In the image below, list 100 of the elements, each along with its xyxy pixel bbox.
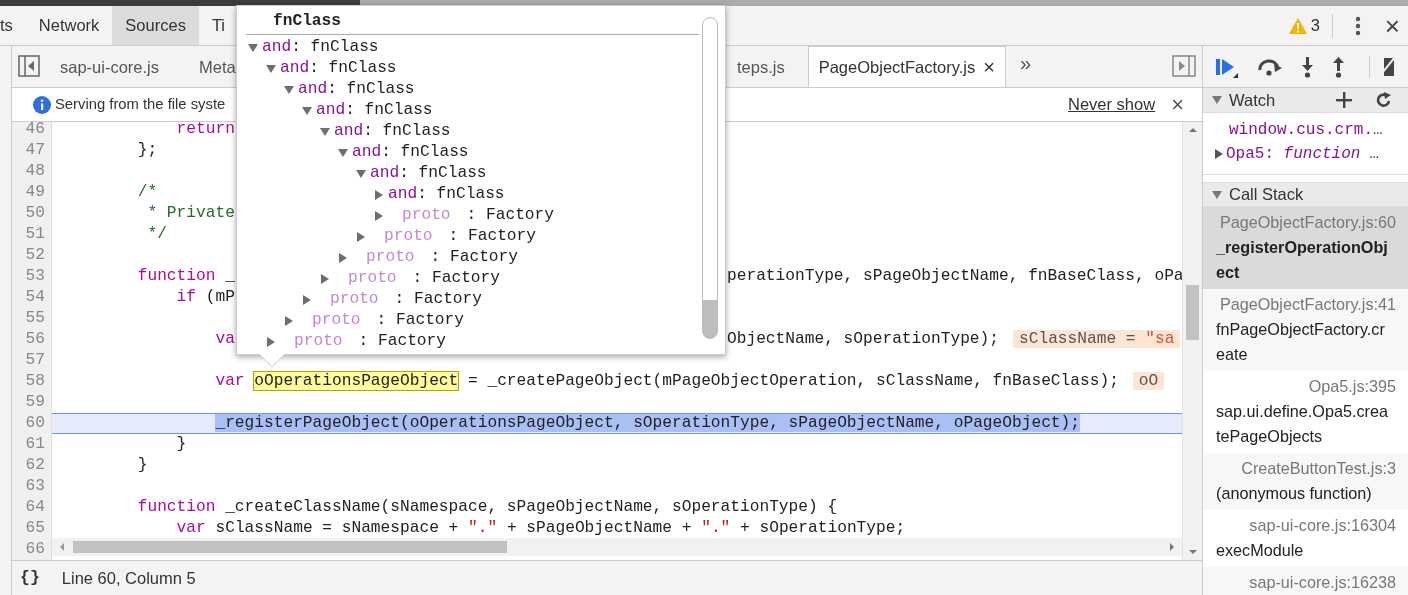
file-tab[interactable]: sap-ui-core.js <box>49 46 171 87</box>
property-entry: proto : Factory <box>365 247 518 269</box>
line-number: 50 <box>12 202 52 224</box>
code-line: va <box>215 329 235 348</box>
disclosure-triangle-icon[interactable] <box>355 167 367 180</box>
property-entry: and: fnClass <box>370 163 487 185</box>
frame-location: CreateButtonTest.js:3 <box>1240 458 1396 479</box>
collapse-triangle-icon[interactable] <box>1211 188 1223 201</box>
line-number: 53 <box>12 265 52 287</box>
close-button[interactable]: × <box>1171 93 1184 116</box>
sidebar-toggle-icon[interactable] <box>1172 55 1196 77</box>
disclosure-triangle-icon[interactable] <box>373 209 385 222</box>
step-into-icon[interactable] <box>1301 55 1314 78</box>
pretty-print-button[interactable]: {} <box>18 565 40 591</box>
disclosure-triangle-icon[interactable] <box>301 104 313 117</box>
line-number: 64 <box>12 496 52 518</box>
line-number: 46 <box>12 122 52 140</box>
disclosure-triangle-icon[interactable] <box>355 230 367 243</box>
close-button[interactable]: × <box>1384 12 1400 39</box>
frame-location: sap-ui-core.js:16304 <box>1248 515 1396 536</box>
info-message: Serving from the file syste <box>55 95 226 115</box>
frame-function: execModule <box>1216 540 1305 561</box>
expand-triangle-icon[interactable] <box>1213 148 1224 160</box>
popover-scrollbar[interactable] <box>702 17 718 339</box>
line-number: 49 <box>12 181 52 203</box>
frame-location: PageObjectFactory.js:60 <box>1218 212 1396 233</box>
collapse-triangle-icon[interactable] <box>1211 94 1223 106</box>
property-entry: proto : Factory <box>311 310 464 332</box>
disclosure-triangle-icon[interactable] <box>265 335 277 348</box>
call-frame[interactable]: PageObjectFactory.js:41 fnPageObjectFactory.create <box>1203 289 1408 371</box>
line-number: 55 <box>12 307 52 329</box>
line-number: 48 <box>12 160 52 182</box>
line-number: 52 <box>12 244 52 266</box>
line-number: 62 <box>12 454 52 476</box>
call-frame[interactable]: sap-ui-core.js:16238 <box>1203 567 1408 595</box>
property-entry: and: fnClass <box>262 37 379 59</box>
add-icon[interactable] <box>1336 92 1352 108</box>
panel-tab[interactable]: Sources <box>112 6 199 45</box>
warning-count[interactable]: 3 <box>1310 13 1320 38</box>
panel-tab[interactable]: Ti <box>198 6 239 45</box>
disclosure-triangle-icon[interactable] <box>319 272 331 285</box>
property-entry: and: fnClass <box>388 184 505 206</box>
code-line: /* <box>137 182 158 201</box>
warning-icon <box>1288 17 1307 34</box>
code-line: function _ <box>137 266 235 285</box>
call-frame[interactable]: CreateButtonTest.js:3 (anonymous function) <box>1203 453 1408 510</box>
disclosure-triangle-icon[interactable] <box>283 83 295 96</box>
frame-function: _registerOperationObject <box>1216 237 1389 283</box>
disclosure-triangle-icon[interactable] <box>283 314 295 327</box>
watch-expression: window.cus.crm.… <box>1229 120 1383 141</box>
disclosure-triangle-icon[interactable] <box>319 125 331 138</box>
file-tab[interactable]: PageObjectFactory.js × <box>807 46 1006 87</box>
line-number: 66 <box>12 538 52 560</box>
line-number: 60 <box>12 412 52 434</box>
property-entry: and: fnClass <box>334 121 451 143</box>
property-entry: and: fnClass <box>352 142 469 164</box>
call-frame[interactable]: sap-ui-core.js:16304 execModule <box>1203 510 1408 567</box>
disclosure-triangle-icon[interactable] <box>301 293 313 306</box>
file-tab[interactable]: teps.js <box>726 46 796 87</box>
frame-function: (anonymous function) <box>1216 483 1373 504</box>
call-frame[interactable]: PageObjectFactory.js:60 _registerOperationObject <box>1203 207 1408 289</box>
code-line: function _createClassName(sNamespace, sPageObjectName, sOperationType) { <box>137 497 838 516</box>
code-line: } <box>137 455 148 474</box>
watch-expression: Opa5: function … <box>1226 144 1380 165</box>
disclosure-triangle-icon[interactable] <box>373 188 385 201</box>
disclosure-triangle-icon[interactable] <box>337 146 349 159</box>
property-entry: proto : Factory <box>383 226 536 248</box>
vertical-scrollbar[interactable] <box>1182 122 1202 560</box>
code-line: * Private <box>147 203 235 222</box>
inline-value: sClassName = "sa <box>1013 329 1181 348</box>
property-entry: proto : Factory <box>347 268 500 290</box>
property-entry: proto : Factory <box>401 205 554 227</box>
line-number: 47 <box>12 139 52 161</box>
code-line: var oOperationsPageObject = _createPageObject(mPageObjectOperation, sClassName, fnBaseClass); <box>215 371 1119 390</box>
call-frame[interactable]: Opa5.js:395 sap.ui.define.Opa5.createPageObjects <box>1203 371 1408 453</box>
panel-tab[interactable]: ts <box>0 6 26 45</box>
disclosure-triangle-icon[interactable] <box>265 62 277 75</box>
property-entry: and: fnClass <box>316 100 433 122</box>
panel-tab[interactable]: Network <box>25 6 113 45</box>
code-line: return <box>176 122 235 138</box>
frame-function: sap.ui.define.Opa5.createPageObjects <box>1216 401 1389 447</box>
file-tab[interactable]: Meta <box>188 46 236 87</box>
more-tabs-button[interactable]: » <box>1019 48 1031 78</box>
line-number: 56 <box>12 328 52 350</box>
line-number: 54 <box>12 286 52 308</box>
cursor-position: Line 60, Column 5 <box>61 567 196 589</box>
disclosure-triangle-icon[interactable] <box>337 251 349 264</box>
disclosure-triangle-icon[interactable] <box>247 41 259 54</box>
more-options-icon[interactable] <box>1354 15 1361 36</box>
code-line: } <box>176 434 187 453</box>
navigator-toggle-icon[interactable] <box>18 55 40 77</box>
refresh-icon[interactable] <box>1376 92 1392 108</box>
frame-location: PageObjectFactory.js:41 <box>1218 294 1396 315</box>
never-show-link[interactable]: Never show <box>1068 92 1156 117</box>
code-line: ObjectName, sOperationType); <box>727 329 999 348</box>
line-number: 57 <box>12 349 52 371</box>
code-line: */ <box>147 224 167 243</box>
horizontal-scrollbar[interactable] <box>52 538 1182 556</box>
line-number: 58 <box>12 370 52 392</box>
step-out-icon[interactable] <box>1332 55 1345 78</box>
